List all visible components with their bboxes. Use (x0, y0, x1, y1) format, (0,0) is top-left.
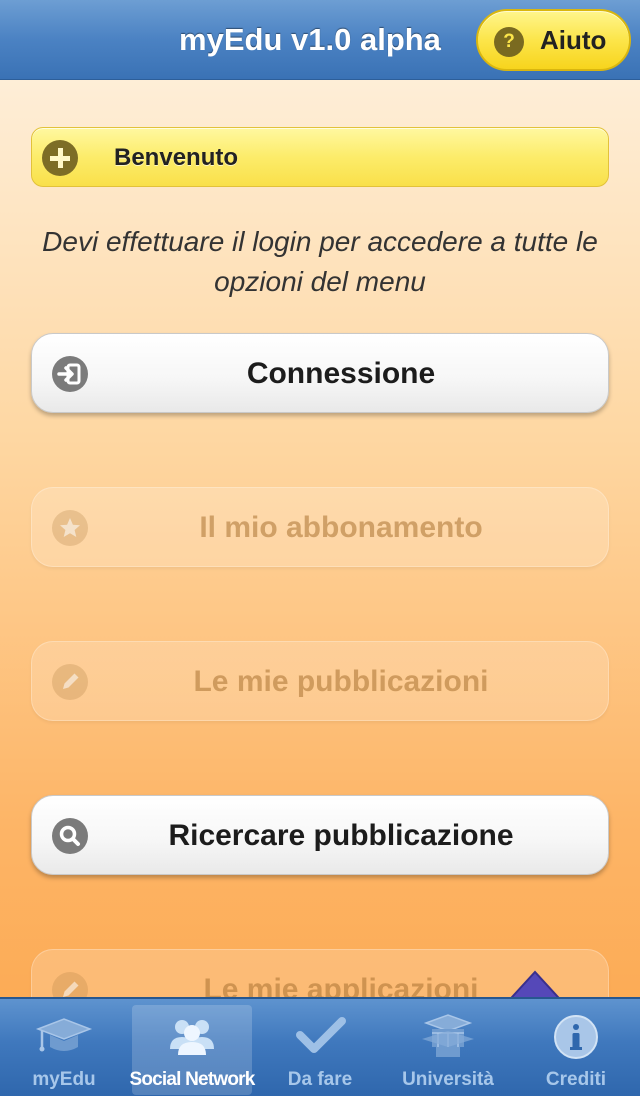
login-required-message: Devi effettuare il login per accedere a … (42, 226, 598, 297)
tab-university[interactable]: Università (388, 1005, 508, 1095)
my-subscription-label: Il mio abbonamento (199, 511, 483, 544)
checkmark-icon (296, 1017, 346, 1053)
graduation-cap-icon (35, 1018, 93, 1052)
my-subscription-button[interactable]: Il mio abbonamento (31, 487, 609, 567)
tab-to-do[interactable]: Da fare (260, 1005, 380, 1095)
login-button[interactable]: Connessione (31, 333, 609, 413)
question-icon: ? (494, 27, 524, 57)
tab-to-do-label: Da fare (287, 1069, 353, 1090)
info-icon (554, 1015, 598, 1059)
my-publications-label: Le mie pubblicazioni (193, 665, 489, 698)
tab-credits[interactable]: Crediti (516, 1005, 636, 1095)
search-icon (52, 818, 88, 854)
tab-bar: myEdu Social Network Da fare Università (0, 997, 640, 1096)
pencil-icon (52, 664, 88, 700)
help-button-label: Aiuto (540, 25, 607, 55)
tab-social-network[interactable]: Social Network (129, 1005, 255, 1095)
tab-myedu-label: myEdu (32, 1069, 96, 1090)
welcome-label: Benvenuto (114, 144, 239, 171)
app-title: myEdu v1.0 alpha (179, 22, 441, 57)
welcome-bar[interactable]: Benvenuto (31, 127, 609, 187)
login-icon (52, 356, 88, 392)
university-icon (422, 1014, 474, 1057)
navigation-bar: myEdu v1.0 alpha ? Aiuto (0, 0, 640, 80)
plus-icon (42, 140, 78, 176)
login-button-label: Connessione (246, 357, 436, 390)
search-publication-label: Ricercare pubblicazione (168, 819, 514, 852)
tab-social-network-label: Social Network (129, 1069, 255, 1090)
tab-university-label: Università (402, 1069, 494, 1090)
my-publications-button[interactable]: Le mie pubblicazioni (31, 641, 609, 721)
tab-myedu[interactable]: myEdu (4, 1005, 124, 1095)
search-publication-button[interactable]: Ricercare pubblicazione (31, 795, 609, 875)
tab-credits-label: Crediti (545, 1069, 607, 1090)
help-button[interactable]: ? Aiuto (476, 9, 631, 71)
star-icon (52, 510, 88, 546)
people-icon (170, 1020, 214, 1055)
